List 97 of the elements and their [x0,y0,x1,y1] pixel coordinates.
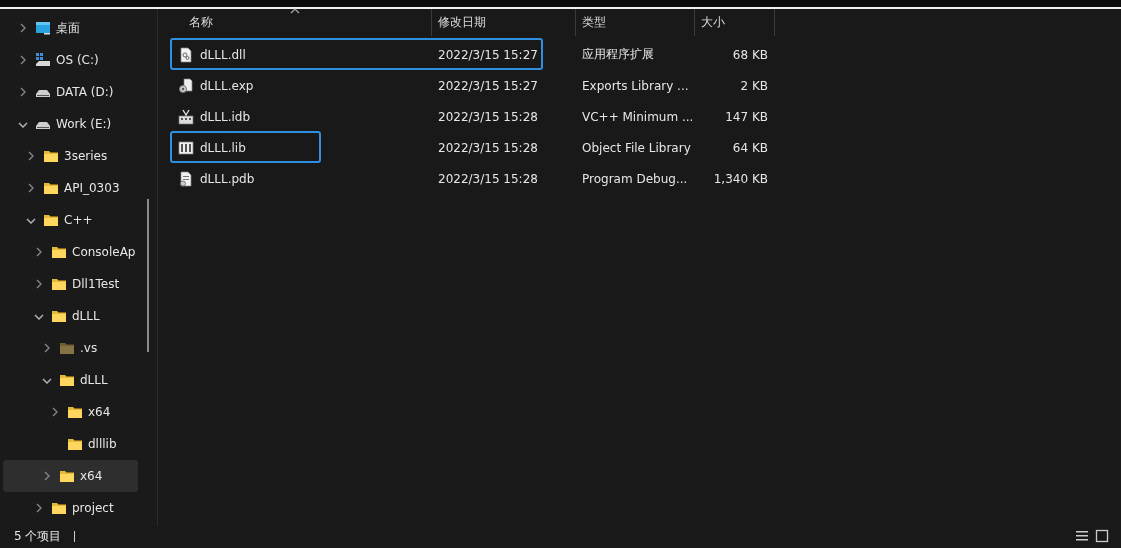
tree-label: ConsoleAp [72,245,136,259]
chevron-icon[interactable] [18,55,28,65]
books-icon [178,139,194,156]
tree-label: .vs [80,341,98,355]
chevron-icon[interactable] [34,312,44,322]
file-type: VC++ Minimum ... [581,109,695,124]
chevron-icon[interactable] [26,216,36,226]
folder-icon [59,340,75,356]
drive-icon [35,52,51,68]
tree-item[interactable]: ConsoleAp [3,236,138,268]
tree-item[interactable]: 桌面 [3,12,138,44]
chevron-icon[interactable] [34,503,44,513]
folder-icon [59,468,75,484]
folder-icon [59,372,75,388]
file-row[interactable]: dLLL.lib 2022/3/15 15:28 Object File Library 64 KB [170,132,1121,163]
folder-icon [67,404,83,420]
details-view-icon[interactable] [1075,529,1089,543]
column-header[interactable]: 大小 [695,9,775,36]
modified-date: 2022/3/15 15:28 [437,171,539,186]
tree-label: API_0303 [64,181,120,195]
tree-label: 桌面 [56,19,80,37]
modified-date: 2022/3/15 15:27 [437,47,539,62]
tree-label: Work (E:) [56,117,112,131]
chevron-icon[interactable] [50,407,60,417]
file-size: 1,340 KB [712,171,769,186]
tiles-view-icon[interactable] [1095,529,1109,543]
tree-label: C++ [64,213,93,227]
file-type: Exports Library ... [581,78,690,93]
tree-label: Dll1Test [72,277,120,291]
scrollbar[interactable] [147,199,149,352]
column-header[interactable]: 名称 [158,9,432,36]
folder-icon [51,276,67,292]
modified-date: 2022/3/15 15:28 [437,109,539,124]
tree-item[interactable]: dlllib [3,428,138,460]
tree-item[interactable]: .vs [3,332,138,364]
tree-label: x64 [80,469,103,483]
tree-label: x64 [88,405,111,419]
file-type: Object File Library [581,140,692,155]
chevron-icon[interactable] [26,183,36,193]
sort-caret-icon [289,8,300,14]
tree-label: dlllib [88,437,117,451]
folder-icon [43,148,59,164]
tree-label: project [72,501,114,515]
tree-item[interactable]: Work (E:) [3,108,138,140]
chevron-icon[interactable] [34,279,44,289]
folder-icon [51,500,67,516]
tree-item[interactable]: x64 [3,460,138,492]
file-type: 应用程序扩展 [581,46,655,63]
tree-item[interactable]: dLLL [3,364,138,396]
chevron-icon[interactable] [42,376,52,386]
folder-icon [43,212,59,228]
file-name: dLLL.pdb [200,171,255,186]
file-size: 147 KB [724,109,769,124]
tree-item[interactable]: C++ [3,204,138,236]
chevron-icon[interactable] [26,151,36,161]
tree-item[interactable]: x64 [3,396,138,428]
tree-item[interactable]: DATA (D:) [3,76,138,108]
file-size: 64 KB [731,140,769,155]
chevron-icon[interactable] [18,87,28,97]
folder-icon [51,308,67,324]
tree-item[interactable]: OS (C:) [3,44,138,76]
tree-label: DATA (D:) [56,85,114,99]
document-icon [178,170,194,187]
modified-date: 2022/3/15 15:28 [437,140,539,155]
tree-label: OS (C:) [56,53,99,67]
tree-label: 3series [64,149,108,163]
tree-item[interactable]: API_0303 [3,172,138,204]
chevron-icon[interactable] [34,247,44,257]
desktop-icon [35,20,51,36]
folder-icon [43,180,59,196]
file-name: dLLL.idb [200,109,251,124]
tree-item[interactable]: 3series [3,140,138,172]
file-row[interactable]: dLLL.exp 2022/3/15 15:27 Exports Library ... 2 KB [170,70,1121,101]
modified-date: 2022/3/15 15:27 [437,78,539,93]
chevron-icon[interactable] [42,343,52,353]
tree-label: dLLL [80,373,108,387]
tree-label: dLLL [72,309,100,323]
chevron-icon[interactable] [18,23,28,33]
file-row[interactable]: dLLL.dll 2022/3/15 15:27 应用程序扩展 68 KB [170,39,1121,70]
folder-icon [67,436,83,452]
column-header[interactable]: 类型 [576,9,695,36]
item-count: 5 个项目 [14,528,62,545]
tree-item[interactable]: project [3,492,138,524]
tree-item[interactable]: dLLL [3,300,138,332]
file-size: 2 KB [739,78,769,93]
file-name: dLLL.dll [200,47,246,62]
folder-icon [51,244,67,260]
file-name: dLLL.lib [200,140,246,155]
column-header[interactable]: 修改日期 [432,9,576,36]
file-row[interactable]: dLLL.idb 2022/3/15 15:28 VC++ Minimum ... 147 KB [170,101,1121,132]
file-type: Program Debug... [581,171,689,186]
chevron-icon[interactable] [18,120,28,130]
file-name: dLLL.exp [200,78,254,93]
chevron-icon[interactable] [42,471,52,481]
file-size: 68 KB [731,47,769,62]
file-row[interactable]: dLLL.pdb 2022/3/15 15:28 Program Debug... 1,340 KB [170,163,1121,194]
tree-item[interactable]: Dll1Test [3,268,138,300]
